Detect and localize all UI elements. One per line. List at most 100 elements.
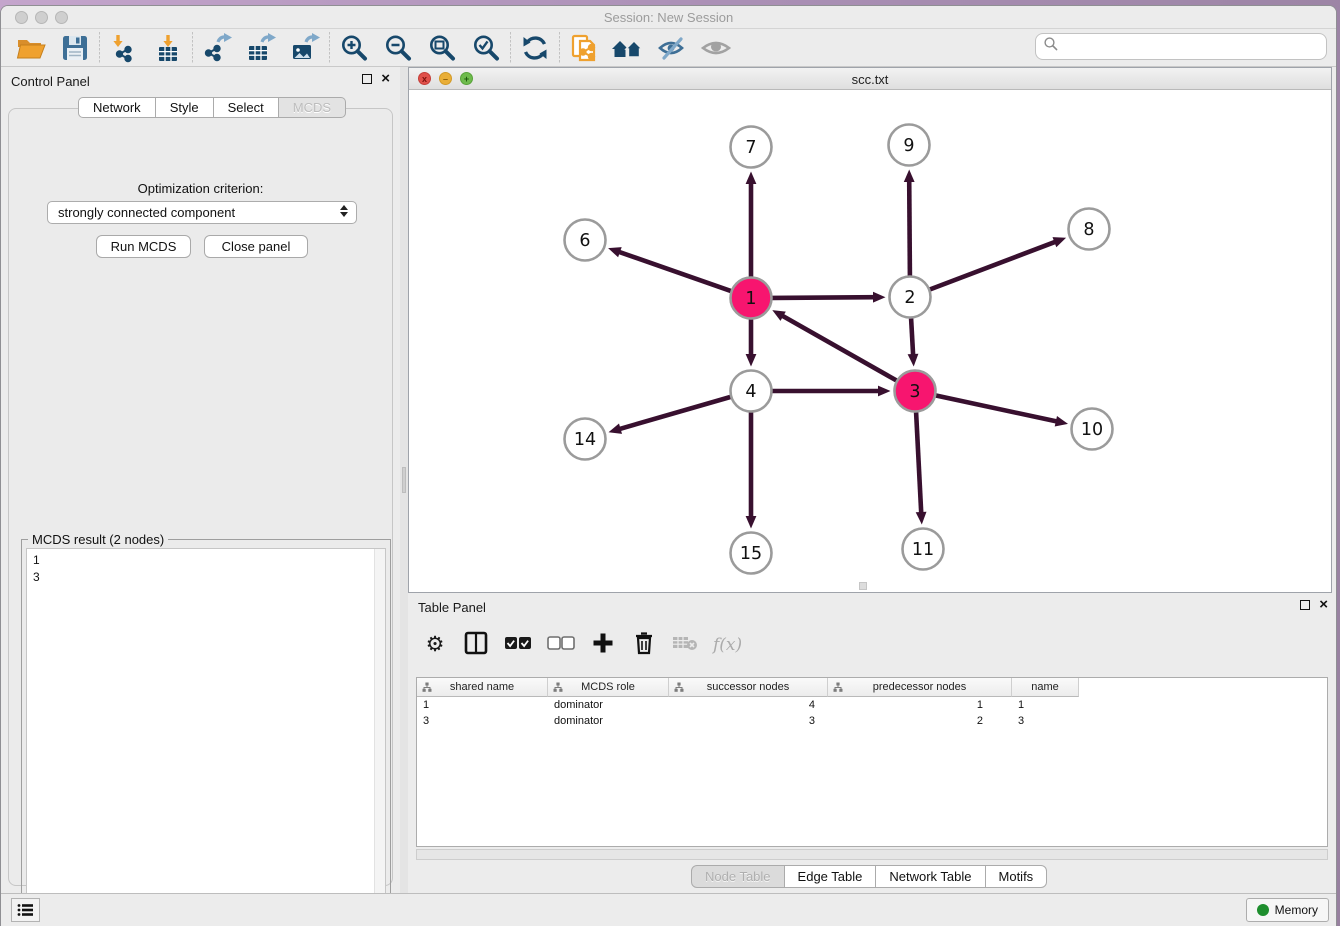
zoom-out-button[interactable]	[376, 31, 420, 65]
table-cell[interactable]: dominator	[548, 713, 669, 729]
table-cell[interactable]: 3	[1012, 713, 1079, 729]
table-options-button[interactable]: ⚙	[422, 630, 448, 660]
column-header-mcds-role[interactable]: MCDS role	[548, 678, 669, 697]
save-session-button[interactable]	[53, 31, 97, 65]
control-panel-float-icon[interactable]	[362, 74, 372, 84]
tab-mcds[interactable]: MCDS	[279, 97, 346, 118]
unselect-all-columns-button[interactable]	[547, 630, 575, 660]
show-column-panel-button[interactable]	[463, 630, 489, 660]
graph-edge-1-4[interactable]	[746, 320, 757, 367]
open-session-button[interactable]	[9, 31, 53, 65]
splitter-grip[interactable]	[402, 467, 406, 493]
import-network-button[interactable]	[102, 31, 146, 65]
network-resize-handle[interactable]	[859, 582, 867, 590]
network-graph[interactable]: 7 9 6 8 1 2 4 3 14 10 15 11	[409, 90, 1331, 592]
export-network-icon	[202, 33, 232, 63]
graph-node-6[interactable]: 6	[565, 220, 606, 261]
graph-node-11[interactable]: 11	[903, 529, 944, 570]
create-column-button[interactable]	[590, 630, 616, 660]
graph-edge-3-11[interactable]	[916, 413, 927, 525]
graph-edge-4-14[interactable]	[609, 397, 731, 434]
graph-node-9[interactable]: 9	[889, 125, 930, 166]
table-cell[interactable]: 2	[828, 713, 1012, 729]
result-scrollbar[interactable]	[374, 549, 385, 907]
graph-node-4[interactable]: 4	[731, 371, 772, 412]
graph-node-3[interactable]: 3	[895, 371, 936, 412]
graph-edge-2-3[interactable]	[908, 319, 919, 367]
first-neighbors-button[interactable]	[606, 31, 650, 65]
zoom-fit-content-button[interactable]	[420, 31, 464, 65]
table-cell[interactable]: 4	[669, 697, 828, 713]
tab-node-table[interactable]: Node Table	[691, 865, 785, 888]
export-table-button[interactable]	[239, 31, 283, 65]
hide-selected-button[interactable]	[650, 31, 694, 65]
table-cell[interactable]: 3	[417, 713, 548, 729]
graph-edge-4-15[interactable]	[746, 413, 757, 529]
column-header-predecessor-nodes[interactable]: predecessor nodes	[828, 678, 1012, 697]
tab-motifs[interactable]: Motifs	[986, 865, 1048, 888]
node-label: 1	[745, 289, 756, 309]
graph-edge-3-1[interactable]	[772, 310, 896, 380]
network-canvas[interactable]: 7 9 6 8 1 2 4 3 14 10 15 11	[409, 90, 1331, 592]
graph-node-14[interactable]: 14	[565, 419, 606, 460]
function-builder-button[interactable]: f(x)	[713, 630, 742, 660]
delete-columns-button[interactable]	[631, 630, 657, 660]
tab-select[interactable]: Select	[214, 97, 279, 118]
memory-button[interactable]: Memory	[1246, 898, 1329, 922]
graph-edge-4-3[interactable]	[773, 386, 891, 397]
table-row[interactable]: 1dominator411	[417, 697, 1079, 713]
apply-layout-button[interactable]	[513, 31, 557, 65]
run-mcds-button[interactable]: Run MCDS	[96, 235, 191, 258]
column-header-shared-name[interactable]: shared name	[417, 678, 548, 697]
graph-edge-2-9[interactable]	[904, 170, 915, 276]
graph-edge-2-8[interactable]	[930, 237, 1066, 289]
graph-edge-3-10[interactable]	[936, 396, 1068, 427]
graph-node-8[interactable]: 8	[1069, 209, 1110, 250]
graph-edge-1-6[interactable]	[608, 247, 731, 291]
task-history-button[interactable]	[11, 898, 40, 922]
node-label: 8	[1083, 220, 1094, 240]
graph-node-10[interactable]: 10	[1072, 409, 1113, 450]
network-window-title: scc.txt	[409, 72, 1331, 87]
column-header-name[interactable]: name	[1012, 678, 1079, 697]
graph-node-7[interactable]: 7	[731, 127, 772, 168]
table-cell[interactable]: 1	[1012, 697, 1079, 713]
table-horizontal-scrollbar[interactable]	[416, 849, 1328, 860]
table-cell[interactable]: 1	[417, 697, 548, 713]
criterion-select[interactable]: strongly connected component	[47, 201, 357, 224]
close-panel-button[interactable]: Close panel	[204, 235, 308, 258]
table-row[interactable]: 3dominator323	[417, 713, 1079, 729]
graph-edge-1-2[interactable]	[773, 292, 886, 303]
graph-node-15[interactable]: 15	[731, 533, 772, 574]
import-table-button[interactable]	[146, 31, 190, 65]
status-bar: Memory	[1, 893, 1336, 926]
table-panel-float-icon[interactable]	[1300, 600, 1310, 610]
graph-node-1[interactable]: 1	[731, 278, 772, 319]
export-image-button[interactable]	[283, 31, 327, 65]
tab-network-table[interactable]: Network Table	[876, 865, 985, 888]
graph-node-2[interactable]: 2	[890, 277, 931, 318]
zoom-selected-region-button[interactable]	[464, 31, 508, 65]
export-network-button[interactable]	[195, 31, 239, 65]
tab-edge-table[interactable]: Edge Table	[785, 865, 877, 888]
graph-edge-1-7[interactable]	[746, 172, 757, 277]
delete-table-button[interactable]	[672, 630, 698, 660]
table-cell[interactable]: dominator	[548, 697, 669, 713]
mcds-result-box[interactable]: 13	[26, 548, 386, 908]
new-network-from-selection-button[interactable]	[562, 31, 606, 65]
table-panel-close-icon[interactable]: ×	[1319, 600, 1328, 610]
panel-splitter[interactable]	[400, 67, 408, 894]
plus-icon	[592, 632, 614, 659]
zoom-in-button[interactable]	[332, 31, 376, 65]
column-header-successor-nodes[interactable]: successor nodes	[669, 678, 828, 697]
search-input[interactable]	[1059, 37, 1326, 57]
tab-style[interactable]: Style	[156, 97, 214, 118]
select-stepper-icon	[340, 205, 348, 217]
table-cell[interactable]: 3	[669, 713, 828, 729]
eye-hide-icon	[656, 33, 688, 63]
tab-network[interactable]: Network	[78, 97, 156, 118]
select-all-columns-button[interactable]	[504, 630, 532, 660]
table-cell[interactable]: 1	[828, 697, 1012, 713]
control-panel-close-icon[interactable]: ×	[381, 74, 390, 84]
show-all-button[interactable]	[694, 31, 738, 65]
